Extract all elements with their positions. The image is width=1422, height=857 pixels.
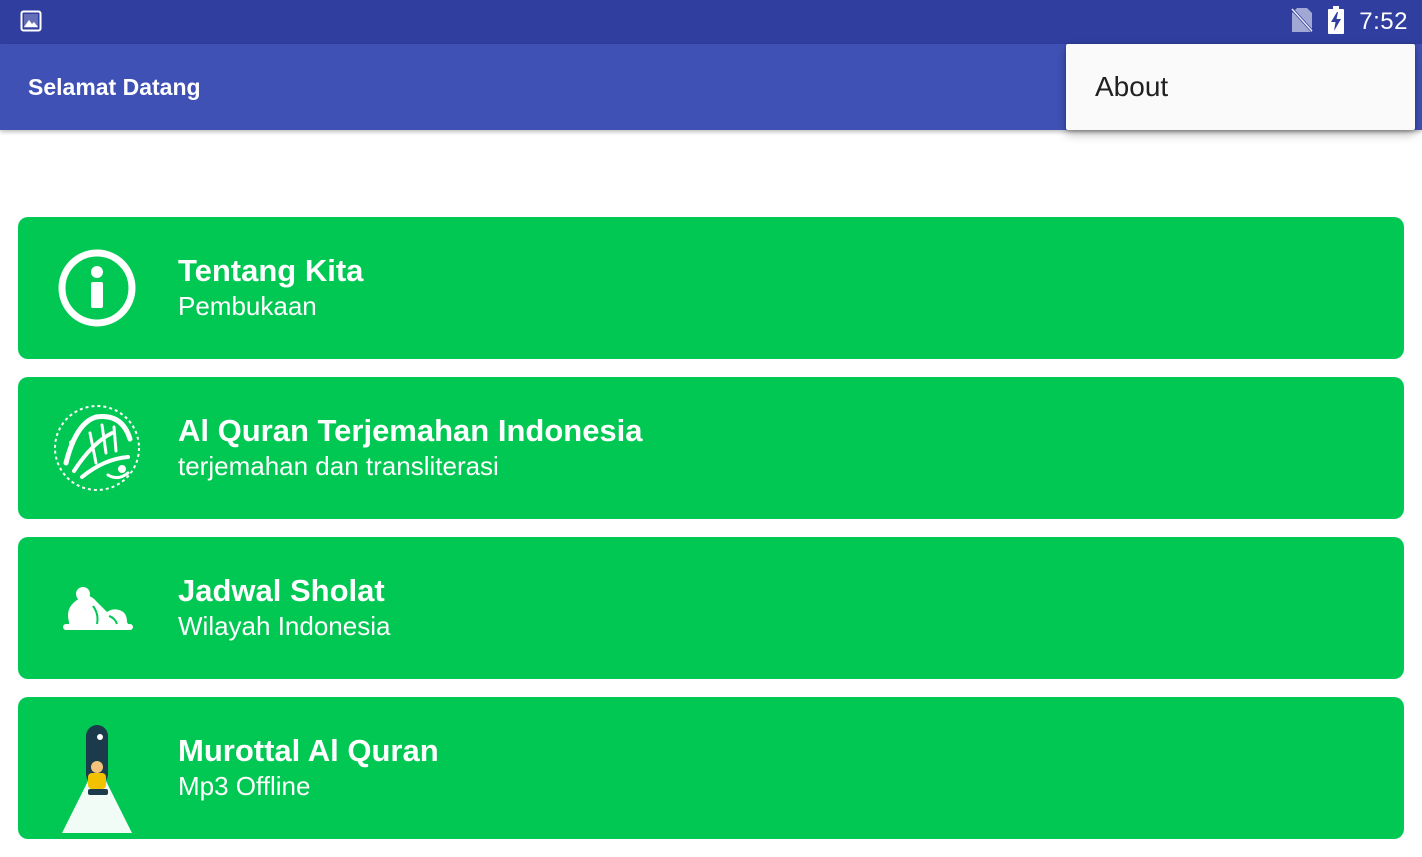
card-murottal[interactable]: Murottal Al Quran Mp3 Offline <box>18 697 1404 839</box>
card-subtitle: terjemahan dan transliterasi <box>178 451 499 481</box>
card-title: Jadwal Sholat <box>178 573 385 608</box>
card-title: Murottal Al Quran <box>178 733 439 768</box>
prayer-icon <box>52 568 142 648</box>
quran-calligraphy-icon <box>52 405 142 491</box>
card-al-quran[interactable]: Al Quran Terjemahan Indonesia terjemahan… <box>18 377 1404 519</box>
card-jadwal-sholat[interactable]: Jadwal Sholat Wilayah Indonesia <box>18 537 1404 679</box>
card-subtitle: Mp3 Offline <box>178 771 311 801</box>
status-bar: 7:52 <box>0 0 1422 44</box>
status-time: 7:52 <box>1359 8 1408 35</box>
no-sim-icon <box>1291 7 1314 38</box>
battery-charging-icon <box>1327 5 1345 39</box>
card-subtitle: Pembukaan <box>178 291 317 321</box>
murottal-icon <box>52 723 142 839</box>
status-icons: 7:52 <box>1291 0 1408 44</box>
image-notification-icon <box>20 10 42 32</box>
overflow-menu: About <box>1066 44 1415 130</box>
page-title: Selamat Datang <box>28 74 201 100</box>
card-title: Tentang Kita <box>178 253 364 288</box>
menu-card-list: Tentang Kita Pembukaan Al Quran Terjemah… <box>18 217 1404 857</box>
card-tentang-kita[interactable]: Tentang Kita Pembukaan <box>18 217 1404 359</box>
card-title: Al Quran Terjemahan Indonesia <box>178 413 643 448</box>
card-subtitle: Wilayah Indonesia <box>178 611 391 641</box>
menu-item-about[interactable]: About <box>1066 44 1415 130</box>
info-icon <box>52 248 142 328</box>
